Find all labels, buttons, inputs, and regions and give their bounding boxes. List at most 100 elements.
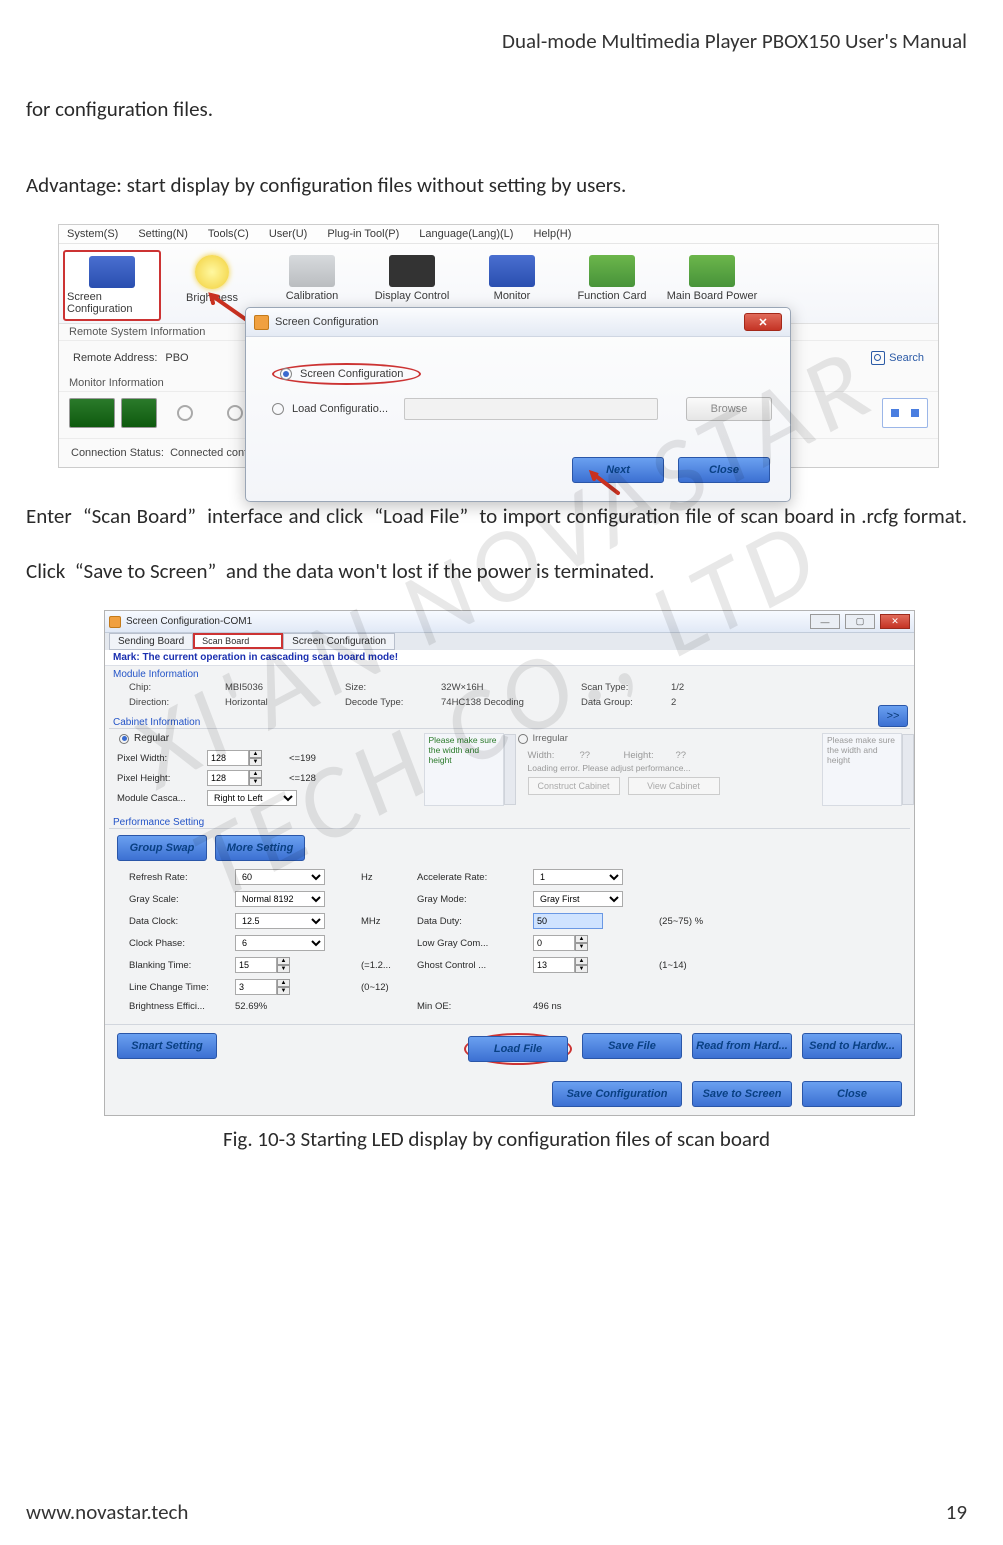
toolbar-screen-configuration[interactable]: Screen Configuration bbox=[63, 250, 161, 321]
performance-grid: Refresh Rate: 60 Hz Accelerate Rate: 1 G… bbox=[105, 867, 914, 1018]
clock-phase-select[interactable]: 6 bbox=[235, 935, 325, 951]
search-label: Search bbox=[889, 352, 924, 364]
blanking-time-label: Blanking Time: bbox=[129, 960, 229, 971]
window-title: Screen Configuration-COM1 bbox=[126, 616, 252, 627]
tab-sending-board[interactable]: Sending Board bbox=[109, 633, 193, 650]
data-duty-label: Data Duty: bbox=[417, 916, 527, 927]
brightness-effici-label: Brightness Effici... bbox=[129, 1001, 229, 1012]
pixel-height-hint: <=128 bbox=[289, 773, 337, 784]
section-performance: Performance Setting bbox=[105, 814, 914, 828]
chip-value: MBI5036 bbox=[225, 682, 335, 693]
menu-tools[interactable]: Tools(C) bbox=[208, 228, 249, 240]
size-value: 32W×16H bbox=[441, 682, 571, 693]
file-path-input[interactable] bbox=[404, 398, 658, 420]
close-button[interactable]: ✕ bbox=[880, 614, 910, 629]
toolbar-label: Screen Configuration bbox=[67, 291, 157, 315]
ghost-control-spinner[interactable]: ▲▼ bbox=[533, 957, 653, 973]
data-clock-unit: MHz bbox=[361, 916, 411, 927]
radio-off-icon[interactable] bbox=[272, 403, 284, 415]
line-change-time-label: Line Change Time: bbox=[129, 982, 229, 993]
irr-error: Loading error. Please adjust performance… bbox=[528, 763, 815, 773]
regular-label: Regular bbox=[134, 733, 169, 744]
view-cabinet-button[interactable]: View Cabinet bbox=[628, 777, 720, 795]
radio-irregular[interactable] bbox=[518, 734, 528, 744]
low-gray-spinner[interactable]: ▲▼ bbox=[533, 935, 653, 951]
irr-width-value: ?? bbox=[580, 750, 620, 761]
line-change-time-spinner[interactable]: ▲▼ bbox=[235, 979, 355, 995]
maximize-button[interactable]: ▢ bbox=[845, 614, 875, 629]
irregular-label: Irregular bbox=[533, 733, 568, 744]
scantype-label: Scan Type: bbox=[581, 682, 661, 693]
option-load-configuration[interactable]: Load Configuratio... bbox=[292, 403, 388, 415]
minimize-button[interactable]: — bbox=[810, 614, 840, 629]
load-file-button[interactable]: Load File bbox=[468, 1036, 568, 1062]
browse-button[interactable]: Browse bbox=[686, 397, 772, 421]
option-label: Screen Configuration bbox=[300, 368, 403, 380]
refresh-rate-label: Refresh Rate: bbox=[129, 872, 229, 883]
remote-address-value: PBO bbox=[165, 352, 188, 364]
send-to-hardware-button[interactable]: Send to Hardw... bbox=[802, 1033, 902, 1059]
read-from-hardware-button[interactable]: Read from Hard... bbox=[692, 1033, 792, 1059]
cabinet-hint: Please make sure the width and height bbox=[424, 733, 504, 806]
gray-mode-select[interactable]: Gray First bbox=[533, 891, 623, 907]
module-info-grid: Chip: MBI5036 Size: 32W×16H Scan Type: 1… bbox=[105, 680, 914, 714]
tab-scan-board[interactable]: Scan Board bbox=[193, 633, 283, 649]
menu-system[interactable]: System(S) bbox=[67, 228, 118, 240]
toolbar-label: Main Board Power bbox=[667, 290, 758, 302]
data-duty-input[interactable] bbox=[533, 913, 603, 929]
save-configuration-button[interactable]: Save Configuration bbox=[552, 1081, 682, 1107]
dialog-close-button[interactable]: ✕ bbox=[744, 313, 782, 331]
expand-button[interactable]: >> bbox=[878, 705, 908, 727]
module-cascade-label: Module Casca... bbox=[117, 793, 201, 804]
clock-phase-label: Clock Phase: bbox=[129, 938, 229, 949]
screen-icon bbox=[389, 255, 435, 287]
smart-setting-button[interactable]: Smart Setting bbox=[117, 1033, 217, 1059]
toolbar-label: Calibration bbox=[286, 290, 339, 302]
brightness-effici-value: 52.69% bbox=[235, 1001, 355, 1012]
gray-scale-select[interactable]: Normal 8192 bbox=[235, 891, 325, 907]
construct-cabinet-button[interactable]: Construct Cabinet bbox=[528, 777, 620, 795]
menu-setting[interactable]: Setting(N) bbox=[138, 228, 188, 240]
module-cascade-select[interactable]: Right to Left bbox=[207, 790, 297, 806]
monitor-icon bbox=[89, 256, 135, 288]
refresh-rate-unit: Hz bbox=[361, 872, 411, 883]
pixel-height-spinner[interactable]: ▲▼ bbox=[207, 770, 283, 786]
toolbar-label: Function Card bbox=[577, 290, 646, 302]
min-oe-value: 496 ns bbox=[533, 1001, 653, 1012]
scantype-value: 1/2 bbox=[671, 682, 731, 693]
tab-bar: Sending Board Scan Board Screen Configur… bbox=[105, 633, 914, 650]
pixel-width-spinner[interactable]: ▲▼ bbox=[207, 750, 283, 766]
dialog-titlebar: Screen Configuration ✕ bbox=[246, 308, 790, 337]
tab-screen-configuration[interactable]: Screen Configuration bbox=[283, 633, 395, 650]
more-setting-button[interactable]: More Setting bbox=[215, 835, 305, 861]
search-button[interactable]: Search bbox=[871, 351, 924, 365]
group-swap-button[interactable]: Group Swap bbox=[117, 835, 207, 861]
close-button[interactable]: Close bbox=[802, 1081, 902, 1107]
radio-regular[interactable] bbox=[119, 734, 129, 744]
save-to-screen-button[interactable]: Save to Screen bbox=[692, 1081, 792, 1107]
menu-plugin[interactable]: Plug-in Tool(P) bbox=[327, 228, 399, 240]
datagroup-value: 2 bbox=[671, 697, 731, 708]
radio-on-icon bbox=[280, 368, 292, 380]
search-icon bbox=[871, 351, 885, 365]
menu-help[interactable]: Help(H) bbox=[533, 228, 571, 240]
irr-height-label: Height: bbox=[624, 750, 672, 761]
close-button[interactable]: Close bbox=[678, 457, 770, 483]
sun-icon bbox=[195, 255, 229, 289]
menu-language[interactable]: Language(Lang)(L) bbox=[419, 228, 513, 240]
size-label: Size: bbox=[345, 682, 431, 693]
data-clock-select[interactable]: 12.5 bbox=[235, 913, 325, 929]
option-screen-configuration[interactable]: Screen Configuration bbox=[272, 363, 421, 385]
save-file-button[interactable]: Save File bbox=[582, 1033, 682, 1059]
window-titlebar: Screen Configuration-COM1 — ▢ ✕ bbox=[105, 611, 914, 633]
gray-scale-label: Gray Scale: bbox=[129, 894, 229, 905]
calibration-icon bbox=[289, 255, 335, 287]
refresh-rate-select[interactable]: 60 bbox=[235, 869, 325, 885]
chip-icon bbox=[121, 398, 157, 428]
doc-header: Dual-mode Multimedia Player PBOX150 User… bbox=[26, 28, 967, 54]
figure-caption: Fig. 10-3 Starting LED display by config… bbox=[26, 1126, 967, 1152]
menu-user[interactable]: User(U) bbox=[269, 228, 308, 240]
accelerate-rate-select[interactable]: 1 bbox=[533, 869, 623, 885]
blanking-time-spinner[interactable]: ▲▼ bbox=[235, 957, 355, 973]
section-module-info: Module Information bbox=[105, 666, 914, 680]
